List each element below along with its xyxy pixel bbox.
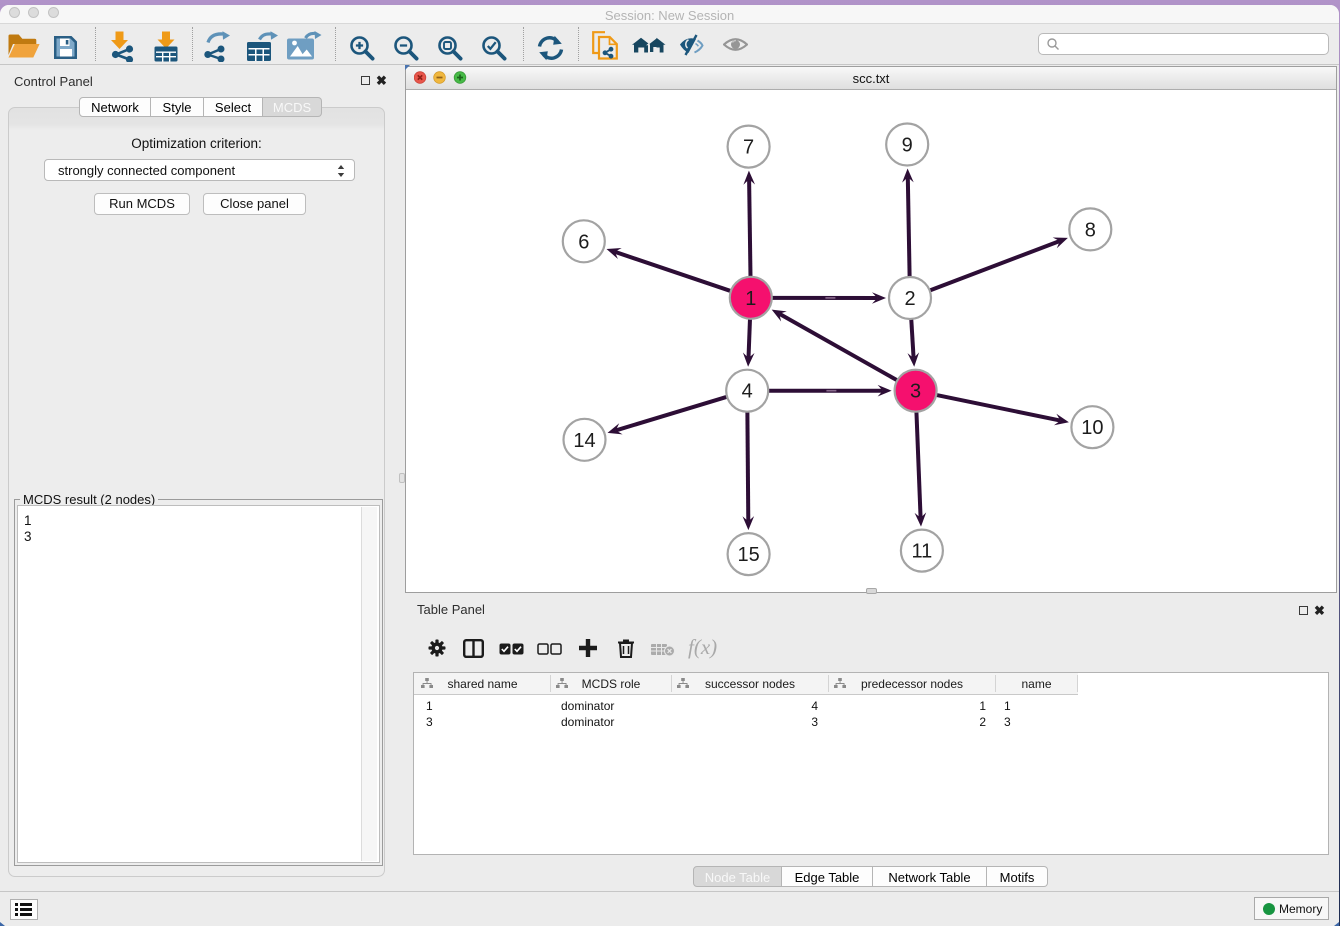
svg-text:1: 1	[745, 288, 756, 310]
svg-text:7: 7	[743, 137, 754, 159]
svg-text:3: 3	[910, 381, 921, 403]
svg-text:11: 11	[912, 541, 933, 563]
svg-text:8: 8	[1085, 219, 1096, 241]
svg-text:10: 10	[1081, 417, 1103, 439]
svg-text:6: 6	[578, 231, 589, 253]
svg-text:9: 9	[902, 135, 913, 157]
svg-text:14: 14	[573, 430, 595, 452]
svg-text:15: 15	[737, 544, 759, 566]
svg-text:2: 2	[904, 288, 915, 310]
svg-text:4: 4	[742, 381, 753, 403]
